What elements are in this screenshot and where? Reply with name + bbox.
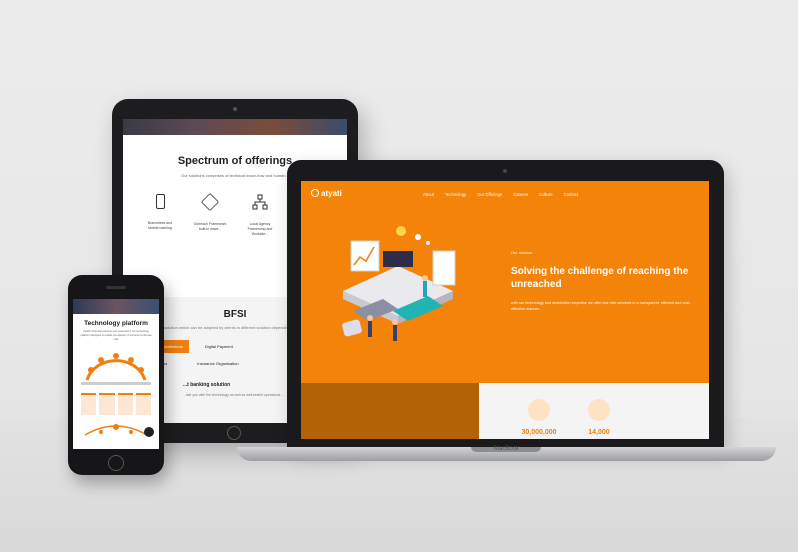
hero-illustration	[342, 226, 456, 341]
platform-flow-diagram	[84, 424, 148, 436]
site-logo[interactable]: atyati	[311, 189, 342, 198]
stat-number: 30,000,000	[521, 429, 557, 436]
tablet-hero-image	[123, 119, 347, 135]
nav-culture[interactable]: Culture	[539, 192, 553, 197]
mission-kicker: Our mission	[511, 250, 533, 255]
platform-card	[135, 393, 151, 415]
logo-text: atyati	[321, 189, 342, 198]
nav-menu: About Technology Our Offerings Careers C…	[423, 192, 578, 197]
row-insurance[interactable]: Insurance Organisation	[197, 361, 238, 366]
tablet-camera	[233, 107, 237, 111]
hero-body: with our technology and distribution exp…	[511, 301, 691, 311]
people-icon	[528, 399, 550, 421]
nav-technology[interactable]: Technology	[445, 192, 466, 197]
laptop-device: atyati About Technology Our Offerings Ca…	[287, 160, 724, 450]
offering-label: Branchless and Mobile banking	[147, 221, 173, 230]
phone-hero-image	[73, 299, 159, 314]
phone-screen: Technology platform Atyati's financial s…	[73, 299, 159, 449]
laptop-base: MacBook	[237, 446, 776, 461]
location-pin-icon	[588, 399, 610, 421]
platform-diagram	[81, 353, 151, 385]
platform-card	[81, 393, 97, 415]
phone-home-button[interactable]	[108, 455, 124, 471]
nav-offerings[interactable]: Our Offerings	[477, 192, 502, 197]
nav-careers[interactable]: Careers	[513, 192, 528, 197]
stat-number: 14,000	[588, 429, 610, 436]
stat-item: 30,000,000	[519, 399, 559, 436]
laptop-screen: atyati About Technology Our Offerings Ca…	[301, 181, 709, 439]
tech-platform-subtitle: Atyati's financial solutions are powered…	[80, 330, 152, 341]
offering-item[interactable]: Outreach Framework built-in wave...	[193, 192, 227, 237]
tech-platform-title: Technology platform	[84, 320, 148, 327]
box-icon	[200, 192, 220, 212]
tablet-home-button[interactable]	[227, 426, 241, 440]
phone-speaker	[106, 286, 126, 289]
tab-digital-payment[interactable]: Digital Payment	[199, 340, 239, 353]
dark-band	[301, 383, 479, 439]
nav-contact[interactable]: Contact	[564, 192, 578, 197]
hero-headline: Solving the challenge of reaching the un…	[511, 266, 689, 290]
stat-item: 14,000	[579, 399, 619, 436]
phone-device: Technology platform Atyati's financial s…	[68, 275, 164, 475]
laptop-brand-label: MacBook	[493, 446, 519, 452]
scroll-top-button[interactable]	[144, 427, 154, 437]
nav-about[interactable]: About	[423, 192, 434, 197]
laptop-camera	[503, 169, 507, 173]
offering-item[interactable]: Local Agency Partnership and Worksite...	[243, 194, 277, 237]
site-navbar: atyati About Technology Our Offerings Ca…	[301, 181, 709, 207]
logo-icon	[311, 189, 319, 197]
stats-section: 30,000,000 14,000	[479, 383, 709, 439]
mobile-icon	[155, 194, 165, 209]
hierarchy-icon	[252, 194, 268, 210]
offering-label: Local Agency Partnership and Worksite...	[247, 222, 273, 236]
platform-card	[99, 393, 115, 415]
offering-label: Outreach Framework built-in wave...	[193, 222, 227, 231]
offering-item[interactable]: Branchless and Mobile banking	[143, 194, 177, 237]
platform-card	[117, 393, 133, 415]
platform-cards	[81, 393, 151, 415]
